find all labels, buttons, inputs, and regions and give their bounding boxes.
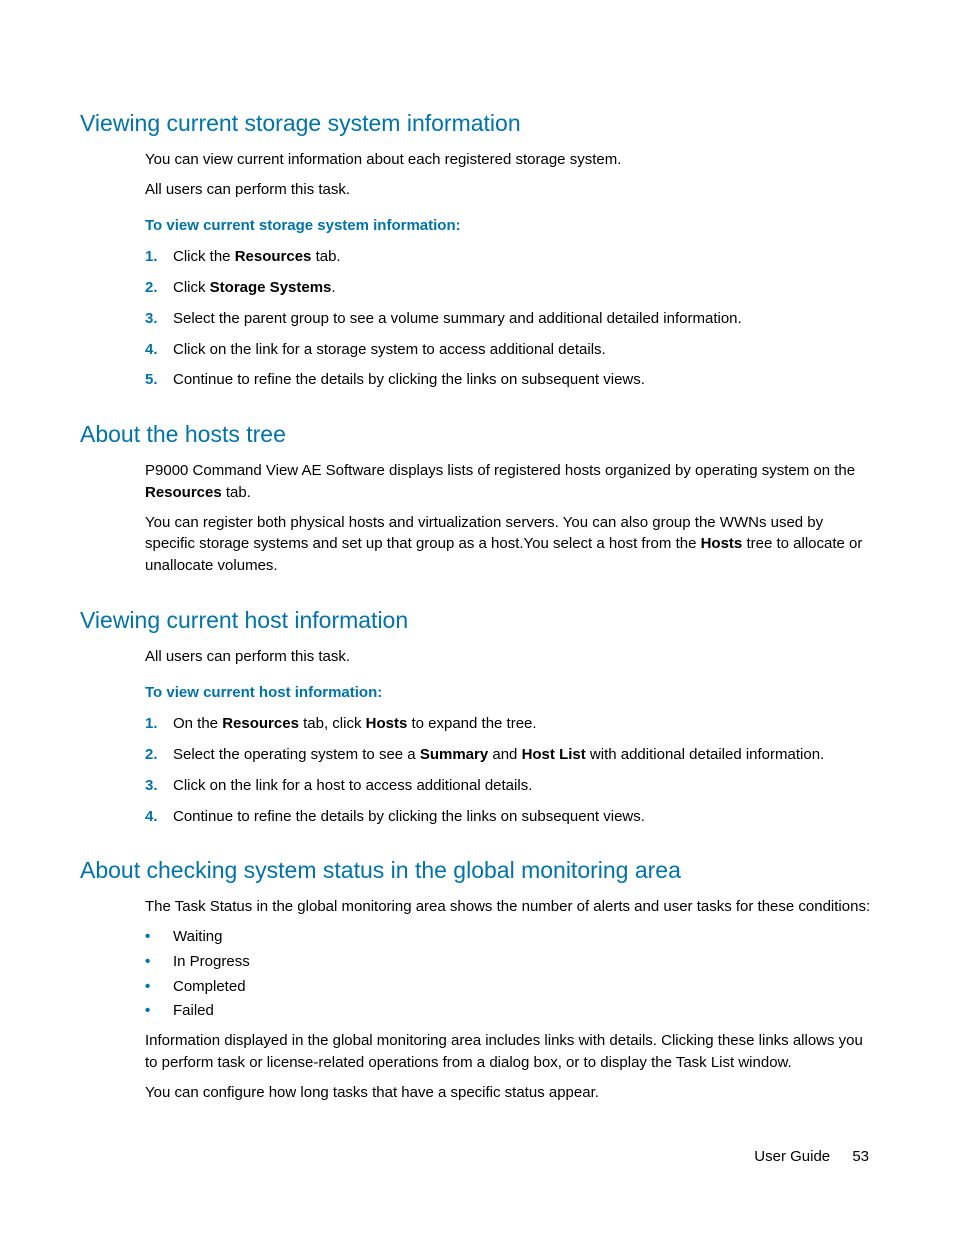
section2-content: P9000 Command View AE Software displays … <box>145 460 874 577</box>
bullet-icon: • <box>145 976 173 998</box>
list-item: 1.On the Resources tab, click Hosts to e… <box>145 713 874 735</box>
list-item: •Waiting <box>145 926 874 948</box>
list-text: Failed <box>173 1000 214 1022</box>
heading-viewing-host: Viewing current host information <box>80 607 874 634</box>
bold-text: Resources <box>235 248 312 265</box>
list-text: Select the parent group to see a volume … <box>173 308 742 330</box>
list-text: Click on the link for a host to access a… <box>173 775 532 797</box>
section1-content: You can view current information about e… <box>145 149 874 391</box>
list-text: Click the Resources tab. <box>173 246 341 268</box>
list-number: 5. <box>145 369 173 391</box>
list-item: 4.Click on the link for a storage system… <box>145 339 874 361</box>
list-number: 4. <box>145 806 173 828</box>
list-text: Continue to refine the details by clicki… <box>173 369 645 391</box>
text-run: tab. <box>222 484 251 501</box>
heading-hosts-tree: About the hosts tree <box>80 421 874 448</box>
bold-text: Storage Systems <box>210 279 332 296</box>
list-item: 2.Click Storage Systems. <box>145 277 874 299</box>
list-number: 3. <box>145 308 173 330</box>
text-run: P9000 Command View AE Software displays … <box>145 462 855 479</box>
body-text: P9000 Command View AE Software displays … <box>145 460 874 504</box>
document-page: Viewing current storage system informati… <box>0 0 954 1235</box>
footer-label: User Guide <box>754 1148 830 1165</box>
list-item: 5.Continue to refine the details by clic… <box>145 369 874 391</box>
section4-content: The Task Status in the global monitoring… <box>145 896 874 1103</box>
bullet-icon: • <box>145 1000 173 1022</box>
bold-text: Summary <box>420 746 488 763</box>
bold-text: Hosts <box>701 535 743 552</box>
list-number: 2. <box>145 277 173 299</box>
list-number: 3. <box>145 775 173 797</box>
list-number: 2. <box>145 744 173 766</box>
list-item: 2.Select the operating system to see a S… <box>145 744 874 766</box>
bold-text: Resources <box>145 484 222 501</box>
body-text: You can view current information about e… <box>145 149 874 171</box>
bold-text: Hosts <box>366 715 408 732</box>
list-text: Click Storage Systems. <box>173 277 336 299</box>
section3-content: All users can perform this task. To view… <box>145 646 874 828</box>
list-item: •Completed <box>145 976 874 998</box>
numbered-list: 1.Click the Resources tab.2.Click Storag… <box>145 246 874 391</box>
list-item: 4.Continue to refine the details by clic… <box>145 806 874 828</box>
list-item: •Failed <box>145 1000 874 1022</box>
body-text: The Task Status in the global monitoring… <box>145 896 874 918</box>
list-text: Continue to refine the details by clicki… <box>173 806 645 828</box>
body-text: All users can perform this task. <box>145 179 874 201</box>
procedure-heading: To view current storage system informati… <box>145 215 874 237</box>
list-item: 3.Select the parent group to see a volum… <box>145 308 874 330</box>
body-text: Information displayed in the global moni… <box>145 1030 874 1074</box>
list-text: In Progress <box>173 951 250 973</box>
list-text: On the Resources tab, click Hosts to exp… <box>173 713 537 735</box>
list-text: Waiting <box>173 926 222 948</box>
bullet-icon: • <box>145 926 173 948</box>
list-number: 4. <box>145 339 173 361</box>
body-text: You can configure how long tasks that ha… <box>145 1082 874 1104</box>
list-number: 1. <box>145 246 173 268</box>
list-number: 1. <box>145 713 173 735</box>
bold-text: Host List <box>522 746 586 763</box>
body-text: You can register both physical hosts and… <box>145 512 874 577</box>
numbered-list: 1.On the Resources tab, click Hosts to e… <box>145 713 874 827</box>
list-item: 3.Click on the link for a host to access… <box>145 775 874 797</box>
bullet-icon: • <box>145 951 173 973</box>
list-item: 1.Click the Resources tab. <box>145 246 874 268</box>
list-text: Click on the link for a storage system t… <box>173 339 606 361</box>
list-text: Completed <box>173 976 246 998</box>
list-text: Select the operating system to see a Sum… <box>173 744 824 766</box>
bold-text: Resources <box>222 715 299 732</box>
list-item: •In Progress <box>145 951 874 973</box>
page-number: 53 <box>852 1148 869 1165</box>
heading-viewing-storage: Viewing current storage system informati… <box>80 110 874 137</box>
procedure-heading: To view current host information: <box>145 682 874 704</box>
body-text: All users can perform this task. <box>145 646 874 668</box>
bullet-list: •Waiting•In Progress•Completed•Failed <box>145 926 874 1022</box>
page-footer: User Guide 53 <box>754 1148 869 1165</box>
heading-global-monitoring: About checking system status in the glob… <box>80 857 874 884</box>
